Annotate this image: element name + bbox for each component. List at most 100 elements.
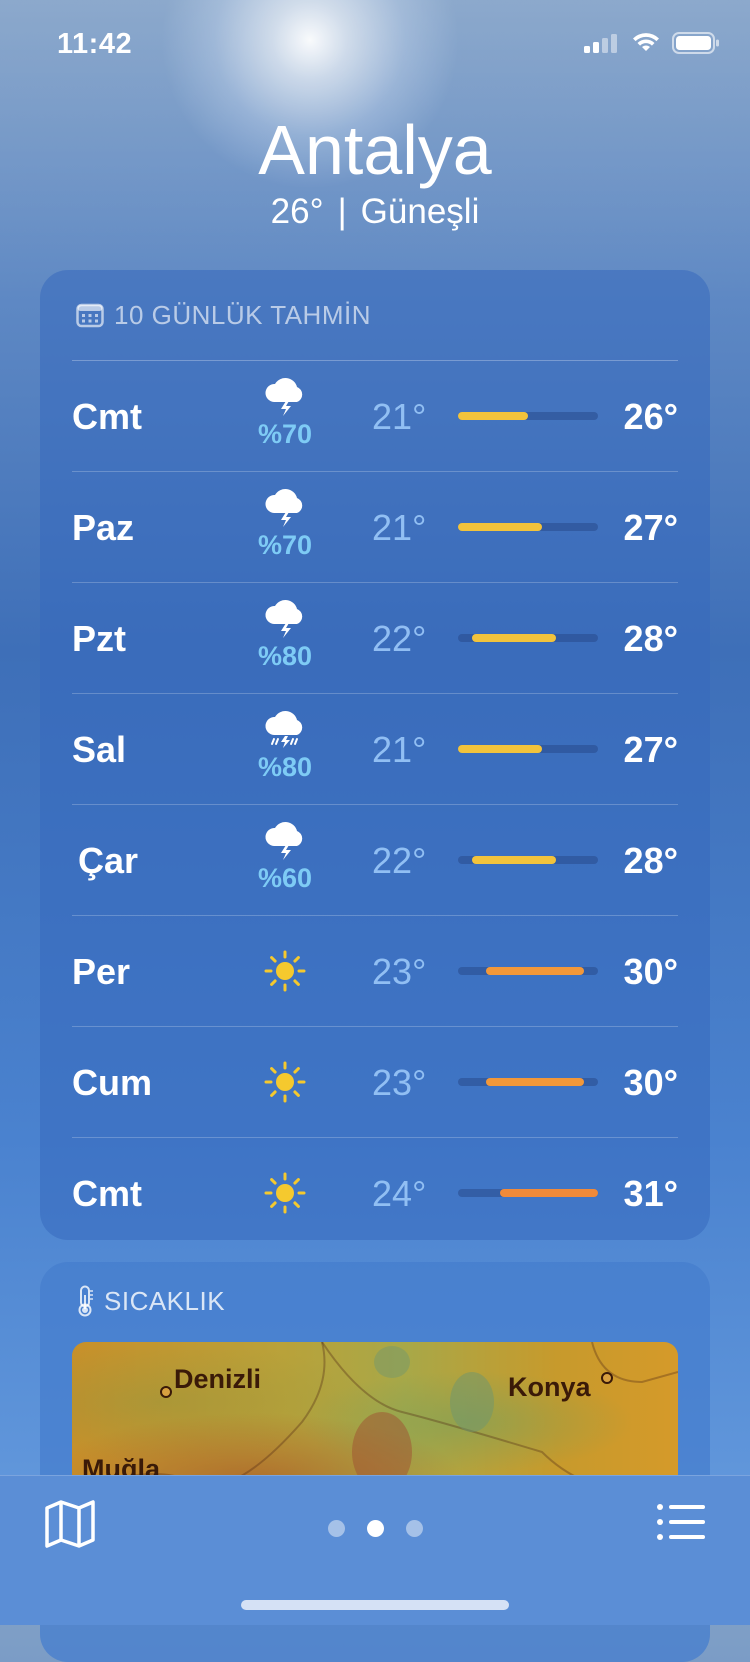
sun-icon (250, 1171, 320, 1220)
low-temperature: 24° (372, 1173, 427, 1214)
forecast-icon-group: %80 (250, 598, 320, 672)
forecast-card-title: 10 GÜNLÜK TAHMİN (76, 298, 371, 332)
forecast-row[interactable]: Çar %60 22° 28° (72, 805, 678, 916)
temperature-range-bar (486, 1078, 584, 1086)
precipitation-chance: %60 (257, 863, 313, 893)
forecast-row[interactable]: Per 23° 30° (72, 916, 678, 1027)
forecast-icon-group (250, 1171, 320, 1220)
high-temperature: 27° (623, 507, 678, 548)
high-temperature: 30° (623, 951, 678, 992)
temperature-range-track (458, 967, 598, 975)
temperature-range-bar (472, 634, 556, 642)
low-temperature: 22° (372, 618, 427, 659)
temperature-range-track (458, 1078, 598, 1086)
thunderstorm-rain-icon (250, 709, 320, 756)
high-temperature: 30° (623, 1062, 678, 1103)
forecast-title-text: 10 GÜNLÜK TAHMİN (114, 299, 371, 330)
low-temperature: 22° (372, 840, 427, 881)
temperature-range-track (458, 1189, 598, 1197)
ten-day-forecast-card[interactable]: 10 GÜNLÜK TAHMİN Cmt %70 21° 26° Paz %70 21° 27… (40, 270, 710, 1240)
status-bar: 11:42 (0, 0, 750, 90)
page-dot[interactable] (406, 1520, 423, 1537)
temperature-range-bar (472, 856, 556, 864)
forecast-day: Per (72, 951, 131, 992)
temperature-range-track (458, 523, 598, 531)
page-dot[interactable] (367, 1520, 384, 1537)
current-conditions: 26° | Güneşli (0, 190, 750, 234)
forecast-icon-group: %70 (250, 487, 320, 561)
status-time: 11:42 (57, 28, 133, 60)
status-icons (584, 32, 720, 54)
temperature-title-text: SICAKLIK (104, 1285, 226, 1316)
forecast-row[interactable]: Pzt %80 22° 28° (72, 583, 678, 694)
map-city-dot (160, 1386, 172, 1398)
map-label-konya: Konya (508, 1372, 591, 1402)
temperature-range-bar (458, 745, 542, 753)
forecast-row[interactable]: Cum 23° 30° (72, 1027, 678, 1138)
low-temperature: 21° (372, 507, 427, 548)
calendar-icon (76, 303, 104, 328)
temperature-range-bar (458, 412, 528, 420)
temperature-range-bar (500, 1189, 598, 1197)
forecast-icon-group (250, 949, 320, 998)
conditions-separator: | (337, 192, 347, 231)
list-icon[interactable] (656, 1502, 706, 1542)
battery-icon (672, 32, 719, 54)
forecast-icon-group: %80 (250, 709, 320, 783)
page-indicator[interactable] (328, 1520, 423, 1537)
temperature-range-bar (486, 967, 584, 975)
forecast-day: Paz (72, 507, 135, 548)
temperature-range-track (458, 856, 598, 864)
precipitation-chance: %70 (257, 419, 313, 449)
city-name: Antalya (258, 111, 492, 189)
temperature-range-track (458, 745, 598, 753)
high-temperature: 28° (623, 618, 678, 659)
temperature-range-track (458, 412, 598, 420)
map-icon[interactable] (44, 1500, 96, 1548)
temperature-range-track (458, 634, 598, 642)
forecast-row[interactable]: Paz %70 21° 27° (72, 472, 678, 583)
sun-icon (250, 1060, 320, 1109)
forecast-day: Çar (78, 840, 139, 881)
thunderstorm-icon (250, 376, 320, 423)
forecast-row[interactable]: Cmt 24° 31° (72, 1138, 678, 1248)
wifi-icon (633, 33, 659, 51)
map-label-denizli: Denizli (174, 1364, 262, 1394)
thunderstorm-icon (250, 598, 320, 645)
bottom-toolbar (0, 1475, 750, 1625)
high-temperature: 26° (623, 396, 678, 437)
thunderstorm-icon (250, 820, 320, 867)
high-temperature: 27° (623, 729, 678, 770)
low-temperature: 23° (372, 1062, 427, 1103)
sun-icon (250, 949, 320, 998)
page-dot[interactable] (328, 1520, 345, 1537)
current-temperature: 26° (270, 192, 324, 231)
high-temperature: 31° (623, 1173, 678, 1214)
forecast-day: Cmt (72, 1173, 142, 1214)
forecast-day: Sal (72, 729, 127, 770)
home-indicator[interactable] (241, 1600, 509, 1610)
forecast-rows: Cmt %70 21° 26° Paz %70 21° 27° Pzt %80 22° 28° Sal%… (72, 361, 678, 1248)
cellular-signal-icon (584, 34, 617, 53)
precipitation-chance: %70 (257, 530, 313, 560)
forecast-icon-group: %70 (250, 376, 320, 450)
current-condition: Güneşli (360, 192, 480, 231)
low-temperature: 21° (372, 396, 427, 437)
thunderstorm-icon (250, 487, 320, 534)
forecast-row[interactable]: Cmt %70 21° 26° (72, 361, 678, 472)
location-header: Antalya 26° | Güneşli (0, 110, 750, 234)
forecast-icon-group: %60 (250, 820, 320, 894)
temperature-range-bar (458, 523, 542, 531)
forecast-day: Cum (72, 1062, 152, 1103)
thermometer-icon (78, 1285, 93, 1317)
precipitation-chance: %80 (257, 752, 313, 782)
forecast-day: Pzt (72, 618, 126, 659)
high-temperature: 28° (623, 840, 678, 881)
forecast-icon-group (250, 1060, 320, 1109)
low-temperature: 23° (372, 951, 427, 992)
map-city-dot (601, 1372, 613, 1384)
temperature-card-title: SICAKLIK (76, 1284, 225, 1318)
forecast-row[interactable]: Sal %80 21° 27° (72, 694, 678, 805)
precipitation-chance: %80 (257, 641, 313, 671)
low-temperature: 21° (372, 729, 427, 770)
